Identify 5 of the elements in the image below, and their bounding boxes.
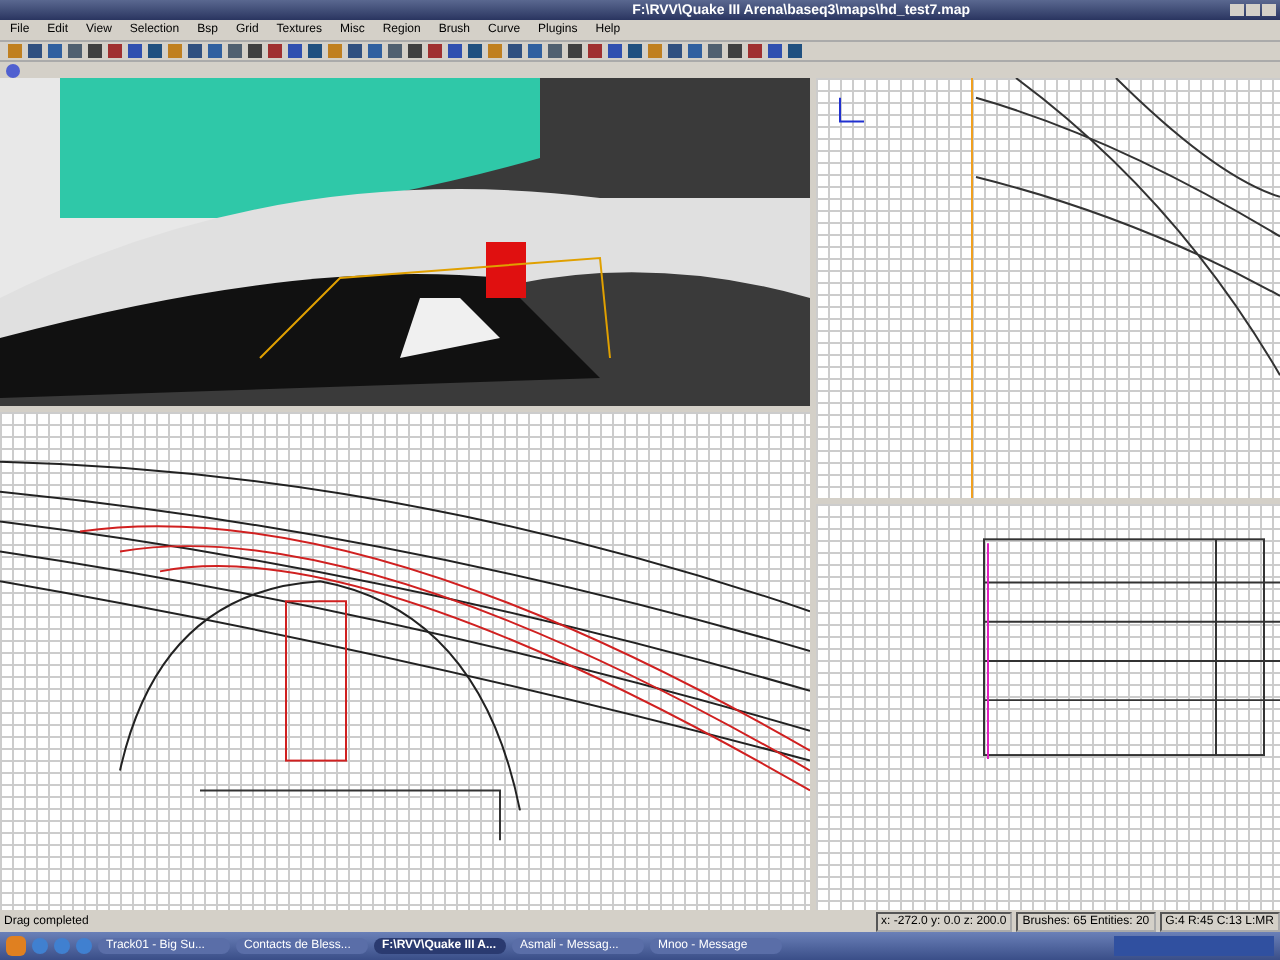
start-button[interactable] [6, 936, 26, 956]
axis-icon [839, 96, 865, 123]
minimize-button[interactable] [1230, 4, 1244, 16]
maximize-button[interactable] [1246, 4, 1260, 16]
close-button[interactable] [1262, 4, 1276, 16]
